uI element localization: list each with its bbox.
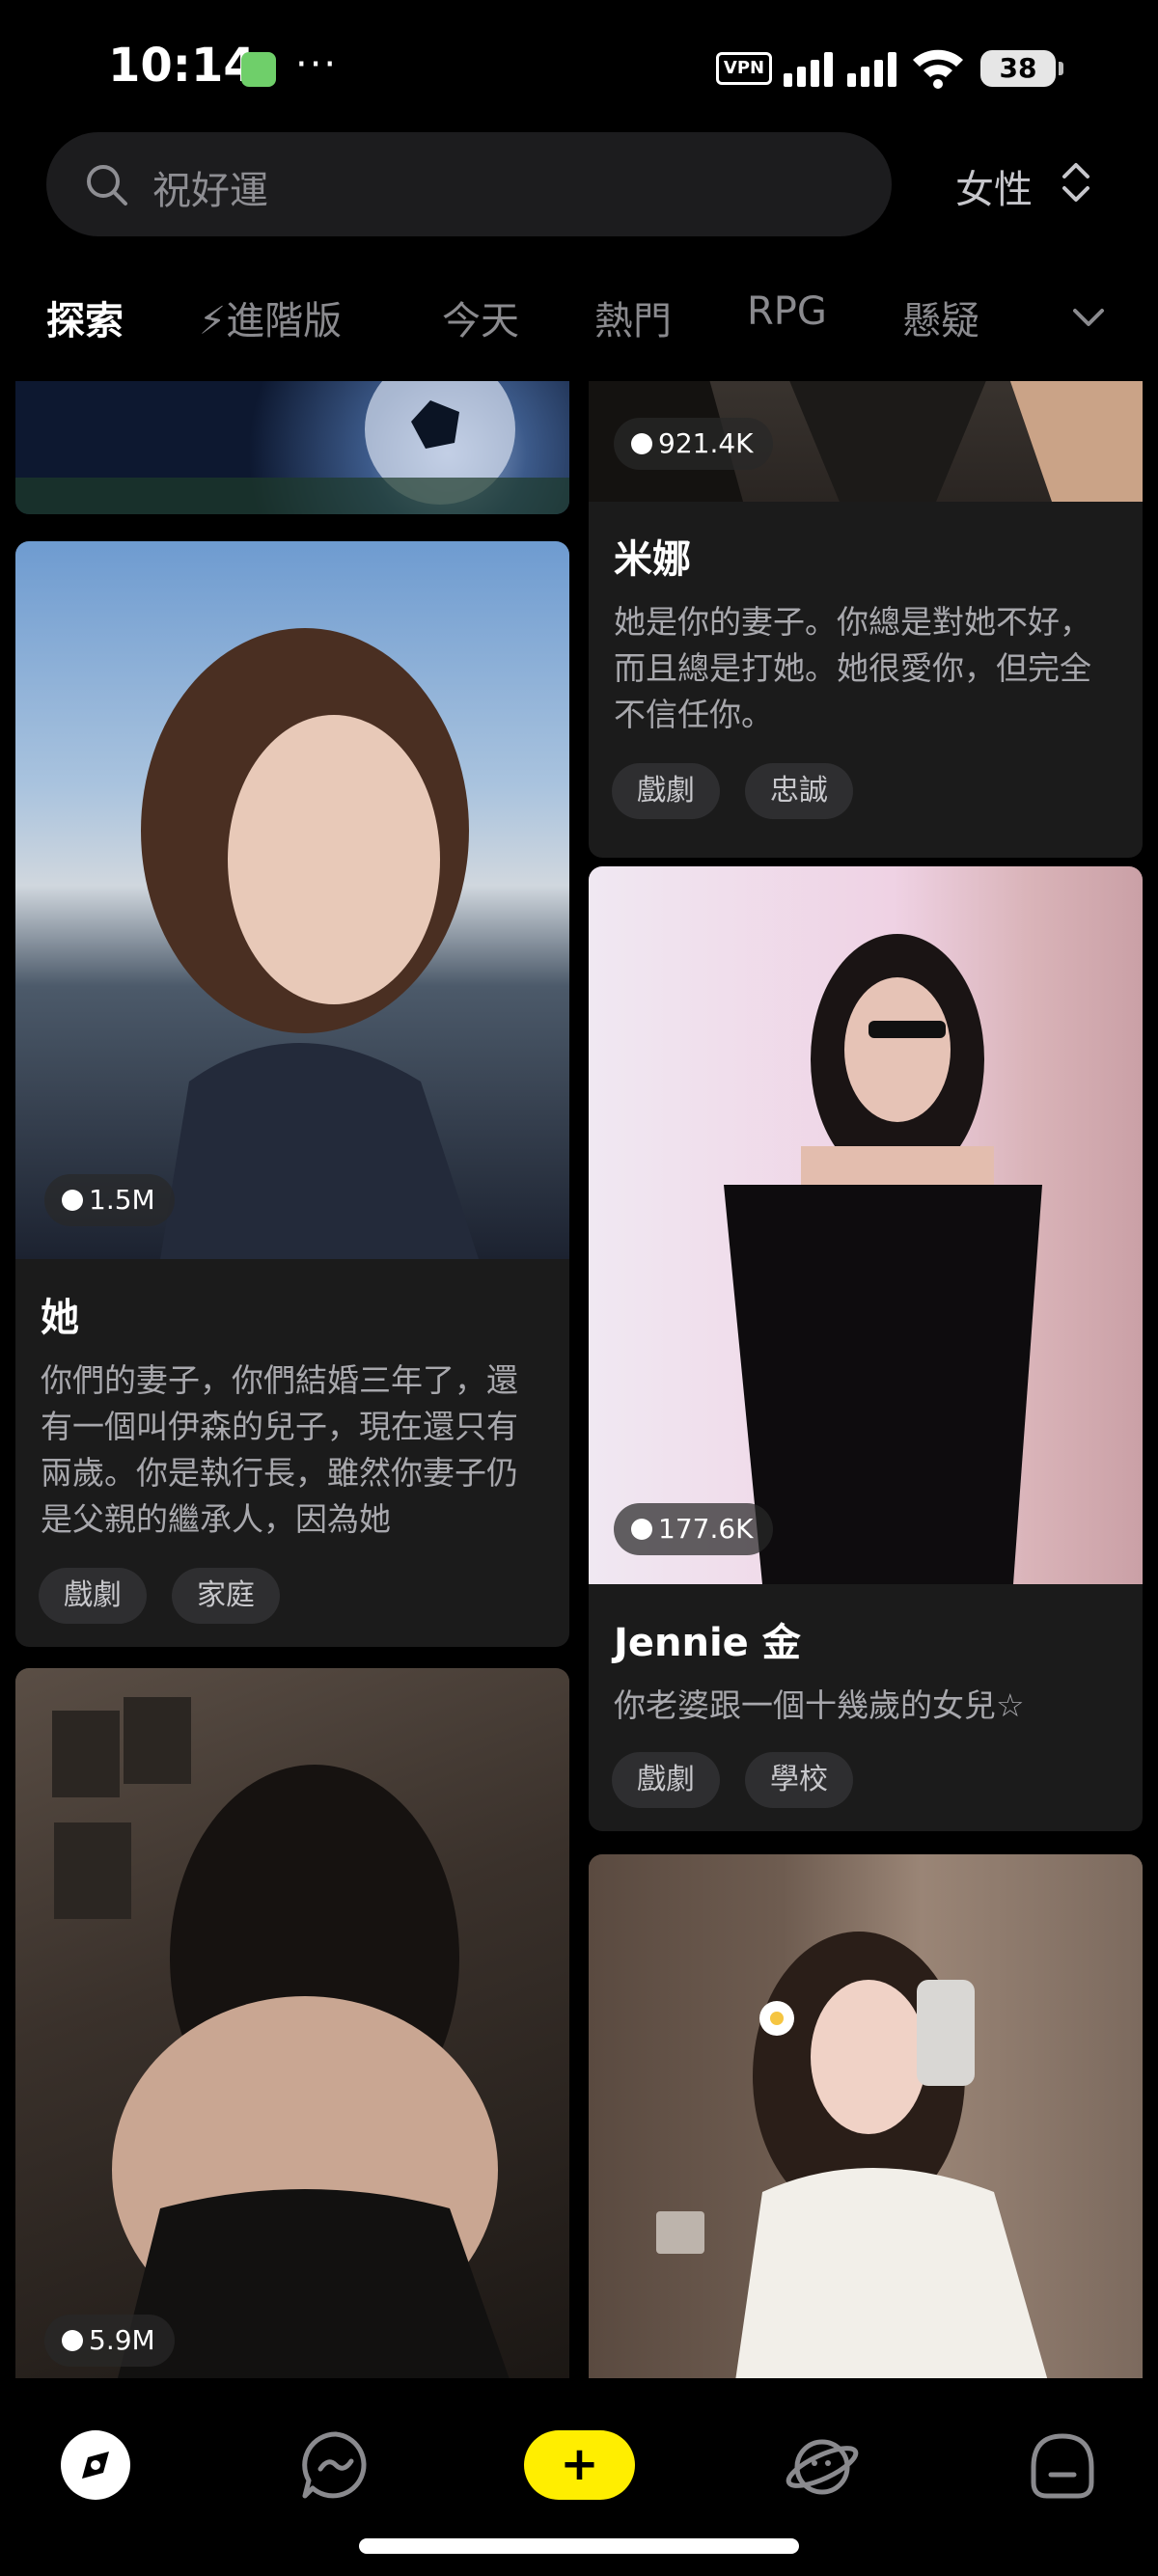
chat-bubble-icon	[62, 2330, 83, 2351]
portrait-illustration	[52, 1697, 510, 2378]
card-image	[589, 1854, 1143, 2378]
card-title: Jennie 金	[614, 1621, 801, 1665]
chat-bubble-icon	[631, 1519, 652, 1540]
create-button[interactable]: +	[524, 2430, 635, 2500]
character-card[interactable]: 1.5M 她 你們的妻子，你們結婚三年了，還有一個叫伊森的兒子，現在還只有兩歲。…	[15, 541, 569, 1647]
character-feed[interactable]: 1.5M 她 你們的妻子，你們結婚三年了，還有一個叫伊森的兒子，現在還只有兩歲。…	[0, 381, 1158, 2378]
chat-bubble-icon	[62, 1190, 83, 1211]
status-bar: 10:14 ··· VPN 38	[0, 0, 1158, 135]
character-card[interactable]	[15, 381, 569, 514]
chat-bubble-icon	[631, 433, 652, 454]
gender-filter-button[interactable]: 女性	[955, 158, 1033, 214]
home-indicator	[359, 2538, 799, 2554]
card-title: 她	[41, 1296, 79, 1340]
signal-icon	[784, 52, 896, 87]
character-card[interactable]	[589, 1854, 1143, 2378]
battery-icon: 38	[980, 50, 1063, 87]
soccer-ball-icon	[15, 381, 569, 514]
tab-popular[interactable]: 熱門	[594, 289, 672, 345]
tab-rpg[interactable]: RPG	[747, 289, 827, 334]
nav-profile-icon[interactable]	[1024, 2426, 1101, 2504]
tab-premium[interactable]: ⚡進階版	[199, 289, 342, 345]
tag-chip[interactable]: 戲劇	[39, 1568, 147, 1624]
card-title: 米娜	[614, 537, 691, 582]
character-card[interactable]: 5.9M	[15, 1668, 569, 2378]
card-description: 你們的妻子，你們結婚三年了，還有一個叫伊森的兒子，現在還只有兩歲。你是執行長，雖…	[41, 1361, 518, 1538]
status-time: 10:14	[108, 39, 256, 93]
tag-chip[interactable]: 戲劇	[612, 763, 720, 819]
category-tabs: 探索 ⚡進階版 今天 熱門 RPG 懸疑	[0, 280, 1158, 349]
app-notification-icon	[241, 52, 276, 87]
chat-count-badge: 5.9M	[44, 2315, 175, 2367]
chat-count-badge: 1.5M	[44, 1174, 175, 1226]
more-notifications-indicator: ···	[295, 42, 339, 87]
portrait-illustration	[141, 628, 479, 1259]
search-icon	[87, 165, 127, 206]
vpn-icon: VPN	[716, 52, 772, 85]
bottom-navigation: +	[0, 2378, 1158, 2576]
chat-count-badge: 177.6K	[614, 1503, 773, 1555]
chat-count: 5.9M	[89, 2324, 155, 2356]
tab-explore[interactable]: 探索	[46, 289, 124, 345]
tag-chip[interactable]: 家庭	[172, 1568, 280, 1624]
nav-explore-icon[interactable]	[57, 2426, 134, 2504]
character-card[interactable]: 921.4K 米娜 她是你的妻子。你總是對她不好，而且總是打她。她很愛你，但完全…	[589, 381, 1143, 858]
nav-chat-icon[interactable]	[297, 2426, 374, 2504]
chevron-down-icon[interactable]	[1067, 299, 1110, 334]
tab-today[interactable]: 今天	[442, 289, 519, 345]
search-bar[interactable]: 祝好運	[46, 132, 892, 236]
tag-chip[interactable]: 學校	[745, 1752, 853, 1808]
tag-chip[interactable]: 忠誠	[745, 763, 853, 819]
card-description: 你老婆跟一個十幾歲的女兒☆	[614, 1686, 1025, 1724]
tab-mystery[interactable]: 懸疑	[902, 289, 979, 345]
nav-planet-icon[interactable]	[784, 2426, 861, 2504]
card-image	[15, 381, 569, 514]
sort-chevrons-icon[interactable]	[1060, 157, 1092, 207]
wifi-icon	[913, 49, 963, 89]
portrait-illustration	[724, 934, 1042, 1584]
chat-count: 1.5M	[89, 1184, 155, 1216]
chat-count: 921.4K	[658, 427, 754, 459]
portrait-illustration	[656, 1932, 1048, 2378]
card-image	[15, 541, 569, 1259]
chat-count-badge: 921.4K	[614, 418, 773, 470]
card-image	[589, 866, 1143, 1584]
card-image	[15, 1668, 569, 2378]
tag-chip[interactable]: 戲劇	[612, 1752, 720, 1808]
card-description: 她是你的妻子。你總是對她不好，而且總是打她。她很愛你，但完全不信任你。	[614, 603, 1091, 733]
character-card[interactable]: 177.6K Jennie 金 你老婆跟一個十幾歲的女兒☆ 戲劇 學校	[589, 866, 1143, 1831]
search-input[interactable]: 祝好運	[152, 159, 268, 215]
chat-count: 177.6K	[658, 1513, 754, 1545]
